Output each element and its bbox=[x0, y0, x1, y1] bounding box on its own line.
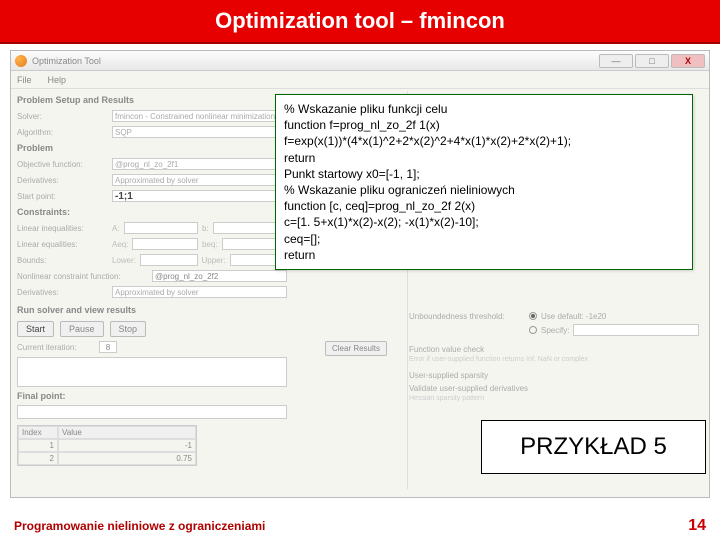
code-line: % Wskazanie pliku funkcji celu bbox=[284, 101, 684, 117]
code-overlay: % Wskazanie pliku funkcji celu function … bbox=[275, 94, 693, 270]
code-line: ceq=[]; bbox=[284, 231, 684, 247]
menu-file[interactable]: File bbox=[17, 75, 32, 85]
start-button[interactable]: Start bbox=[17, 321, 54, 337]
finalpoint-label: Final point: bbox=[17, 391, 287, 401]
pause-button[interactable]: Pause bbox=[60, 321, 104, 337]
startpoint-input[interactable]: -1;1 bbox=[112, 190, 287, 202]
menu-bar: File Help bbox=[11, 71, 709, 89]
objective-label: Objective function: bbox=[17, 160, 112, 169]
A-input[interactable] bbox=[124, 222, 198, 234]
lineq-label: Linear equalities: bbox=[17, 240, 112, 249]
section-problem-setup: Problem Setup and Results bbox=[17, 95, 287, 105]
radio-specify[interactable] bbox=[529, 326, 537, 334]
code-line: f=exp(x(1))*(4*x(1)^2+2*x(2)^2+4*x(1)*x(… bbox=[284, 133, 684, 149]
bounds-label: Bounds: bbox=[17, 256, 112, 265]
example-box: PRZYKŁAD 5 bbox=[481, 420, 706, 474]
slide-content: Optimization Tool — □ X File Help Proble… bbox=[0, 44, 720, 512]
stop-button[interactable]: Stop bbox=[110, 321, 147, 337]
left-pane: Problem Setup and Results Solver:fmincon… bbox=[17, 91, 287, 466]
nlderiv-select[interactable]: Approximated by solver bbox=[112, 286, 287, 298]
specify-input[interactable] bbox=[573, 324, 699, 336]
code-line: function [c, ceq]=prog_nl_zo_2f 2(x) bbox=[284, 198, 684, 214]
solver-output bbox=[17, 357, 287, 387]
radio-specify-label: Specify: bbox=[541, 326, 569, 335]
footer-left: Programowanie nieliniowe z ograniczeniam… bbox=[14, 519, 265, 533]
iteration-value: 8 bbox=[99, 341, 117, 353]
hess-label: Validate user-supplied derivatives bbox=[409, 384, 699, 393]
objective-input[interactable]: @prog_nl_zo_2f1 bbox=[112, 158, 287, 170]
code-line: c=[1. 5+x(1)*x(2)-x(2); -x(1)*x(2)-10]; bbox=[284, 214, 684, 230]
window-minimize-button[interactable]: — bbox=[599, 54, 633, 68]
code-line: % Wskazanie pliku ograniczeń nieliniowyc… bbox=[284, 182, 684, 198]
unbound-label: Unboundedness threshold: bbox=[409, 312, 529, 321]
Aeq-input[interactable] bbox=[132, 238, 197, 250]
nlcon-input[interactable]: @prog_nl_zo_2f2 bbox=[152, 270, 287, 282]
solver-label: Solver: bbox=[17, 112, 112, 121]
linineq-label: Linear inequalities: bbox=[17, 224, 112, 233]
fcheck-detail: Error if user-supplied function returns … bbox=[409, 356, 699, 363]
table-row: 1 -1 bbox=[18, 439, 196, 452]
finalpoint-table: Index Value 1 -1 2 0.75 bbox=[17, 425, 197, 466]
algorithm-label: Algorithm: bbox=[17, 128, 112, 137]
startpoint-label: Start point: bbox=[17, 192, 112, 201]
code-line: return bbox=[284, 247, 684, 263]
derivatives-select[interactable]: Approximated by solver bbox=[112, 174, 287, 186]
finalpoint-box bbox=[17, 405, 287, 419]
window-titlebar: Optimization Tool — □ X bbox=[11, 51, 709, 71]
constraints-label: Constraints: bbox=[17, 207, 287, 217]
nlcon-label: Nonlinear constraint function: bbox=[17, 272, 152, 281]
solver-select[interactable]: fmincon - Constrained nonlinear minimiza… bbox=[112, 110, 287, 122]
hess-pattern-label: Hessian sparsity pattern bbox=[409, 395, 699, 402]
code-line: Punkt startowy x0=[-1, 1]; bbox=[284, 166, 684, 182]
lower-input[interactable] bbox=[140, 254, 197, 266]
algorithm-select[interactable]: SQP bbox=[112, 126, 287, 138]
radio-default[interactable] bbox=[529, 312, 537, 320]
slide-title: Optimization tool – fmincon bbox=[215, 8, 505, 34]
slide-footer: Programowanie nieliniowe z ograniczeniam… bbox=[0, 512, 720, 540]
window-maximize-button[interactable]: □ bbox=[635, 54, 669, 68]
sparse-label: User-supplied sparsity bbox=[409, 371, 699, 380]
table-row: 2 0.75 bbox=[18, 452, 196, 465]
window-close-button[interactable]: X bbox=[671, 54, 705, 68]
derivatives-label: Derivatives: bbox=[17, 176, 112, 185]
app-icon bbox=[15, 55, 27, 67]
run-section-label: Run solver and view results bbox=[17, 305, 287, 315]
example-label: PRZYKŁAD 5 bbox=[520, 433, 667, 461]
nlderiv-label: Derivatives: bbox=[17, 288, 112, 297]
iteration-label: Current iteration: bbox=[17, 343, 95, 352]
problem-label: Problem bbox=[17, 143, 287, 153]
code-line: function f=prog_nl_zo_2f 1(x) bbox=[284, 117, 684, 133]
footer-page-number: 14 bbox=[688, 517, 706, 535]
radio-default-label: Use default: -1e20 bbox=[541, 312, 606, 321]
window-title: Optimization Tool bbox=[32, 56, 597, 66]
fcheck-label: Function value check bbox=[409, 345, 699, 354]
code-line: return bbox=[284, 150, 684, 166]
table-header-value: Value bbox=[58, 426, 196, 439]
slide-header: Optimization tool – fmincon bbox=[0, 0, 720, 44]
right-pane: Unboundedness threshold: Use default: -1… bbox=[409, 309, 699, 402]
clear-results-button[interactable]: Clear Results bbox=[325, 341, 387, 356]
menu-help[interactable]: Help bbox=[48, 75, 67, 85]
table-header-index: Index bbox=[18, 426, 58, 439]
